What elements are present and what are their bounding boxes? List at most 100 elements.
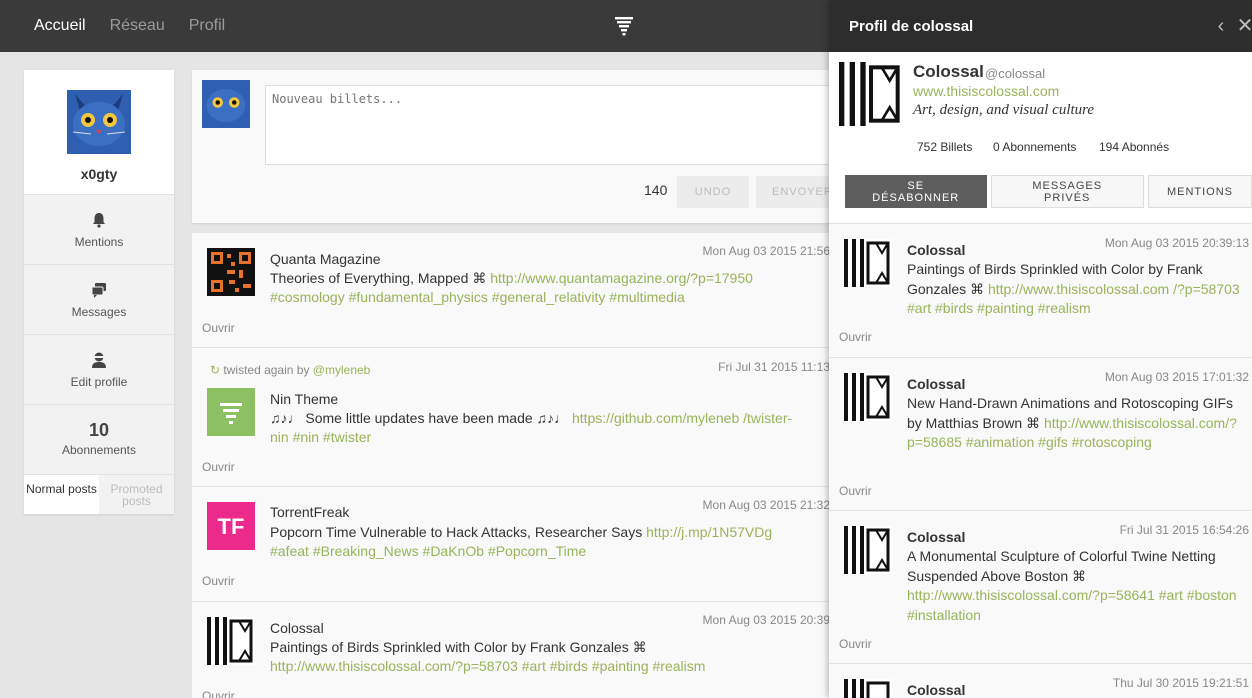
composer: 140 UNDO ENVOYER [192, 70, 836, 223]
tab-promoted-posts[interactable]: Promoted posts [99, 475, 174, 514]
post-tags[interactable]: #cosmology #fundamental_physics #general… [270, 289, 685, 305]
timeline: Quanta Magazine Mon Aug 03 2015 21:56 Th… [192, 233, 832, 698]
profile-actions: SE DÉSABONNER MESSAGES PRIVÉS MENTIONS [845, 175, 1252, 208]
profile-post-item[interactable]: Colossal Thu Jul 30 2015 19:21:51 [829, 664, 1252, 698]
panel-title: Profil de colossal [849, 18, 974, 35]
profile-url[interactable]: www.thisiscolossal.com [913, 83, 1059, 99]
sidebar-item-mentions[interactable]: Mentions [24, 194, 174, 264]
profile-panel: Profil de colossal ‹ ✕ Colossal @colossa… [829, 0, 1252, 698]
unfollow-button[interactable]: SE DÉSABONNER [845, 175, 987, 208]
new-post-input[interactable] [265, 85, 835, 165]
post-avatar [207, 248, 255, 296]
stat-following[interactable]: 0 Abonnements [993, 140, 1076, 154]
user-avatar[interactable] [67, 90, 131, 154]
profile-post-item[interactable]: Colossal Mon Aug 03 2015 17:01:32 New Ha… [829, 358, 1252, 511]
post-avatar [844, 679, 892, 698]
post-link[interactable]: http://www.thisiscolossal.com/?p=58641 [907, 587, 1155, 603]
svg-text:TF: TF [218, 514, 245, 539]
post-avatar [844, 373, 892, 421]
open-link[interactable]: Ouvrir [839, 484, 872, 498]
sidebar-label-edit-profile: Edit profile [70, 375, 128, 389]
open-link[interactable]: Ouvrir [839, 330, 872, 344]
sidebar-item-messages[interactable]: Messages [24, 264, 174, 334]
sidebar-item-following[interactable]: 10 Abonnements [24, 404, 174, 474]
nav-network[interactable]: Réseau [110, 17, 165, 35]
profile-post-item[interactable]: Colossal Fri Jul 31 2015 16:54:26 A Monu… [829, 511, 1252, 664]
retwist-user[interactable]: @myleneb [313, 363, 371, 377]
profile-bio: Art, design, and visual culture [913, 102, 1095, 118]
profile-handle: @colossal [985, 66, 1046, 81]
post-author[interactable]: Colossal [907, 376, 965, 392]
bell-icon [93, 213, 105, 228]
post-time: Mon Aug 03 2015 21:32 [702, 498, 830, 512]
mentions-button[interactable]: MENTIONS [1147, 175, 1252, 208]
open-link[interactable]: Ouvrir [202, 689, 235, 698]
char-counter: 140 [644, 182, 668, 198]
post-avatar [207, 617, 255, 665]
post-tags[interactable]: #nin #twister [293, 429, 372, 445]
post-author[interactable]: Colossal [907, 529, 965, 545]
post-time: Fri Jul 31 2015 11:13 [718, 360, 830, 374]
post-link[interactable]: http://www.thisiscolossal.com /?p=58703 [988, 281, 1240, 297]
user-card: x0gty Mentions Messages Edit profile 10 … [24, 70, 174, 514]
post-author[interactable]: TorrentFreak [270, 504, 349, 520]
sidebar-item-edit-profile[interactable]: Edit profile [24, 334, 174, 404]
post-item[interactable]: Colossal Mon Aug 03 2015 20:39 Paintings… [192, 602, 832, 698]
open-link[interactable]: Ouvrir [202, 574, 235, 588]
open-link[interactable]: Ouvrir [202, 321, 235, 335]
post-author[interactable]: Colossal [907, 242, 965, 258]
username: x0gty [80, 166, 118, 182]
post-tags[interactable]: #animation #gifs #rotoscoping [966, 434, 1152, 450]
post-author[interactable]: Colossal [907, 682, 965, 698]
retwist-icon: ↻ [210, 363, 221, 377]
post-link[interactable]: http://www.thisiscolossal.com/?p=58703 [270, 658, 518, 674]
post-item[interactable]: TF TorrentFreak Mon Aug 03 2015 21:32 Po… [192, 487, 832, 602]
stat-followers[interactable]: 194 Abonnés [1099, 140, 1169, 154]
tab-normal-posts[interactable]: Normal posts [24, 475, 99, 514]
post-item[interactable]: Quanta Magazine Mon Aug 03 2015 21:56 Th… [192, 233, 832, 348]
profile-avatar [839, 62, 903, 126]
sidebar-label-messages: Messages [71, 305, 127, 319]
post-link[interactable]: http://www.quantamagazine.org/?p=17950 [490, 270, 753, 286]
sidebar-label-mentions: Mentions [74, 235, 124, 249]
post-tags[interactable]: #afeat #Breaking_News #DaKnOb #Popcorn_T… [270, 543, 586, 559]
post-author[interactable]: Quanta Magazine [270, 251, 381, 267]
post-tags[interactable]: #art #birds #painting #realism [907, 300, 1091, 316]
following-label: Abonnements [61, 443, 137, 457]
post-author[interactable]: Colossal [270, 620, 324, 636]
close-icon[interactable]: ✕ [1235, 14, 1252, 38]
profile-timeline: Colossal Mon Aug 03 2015 20:39:13 Painti… [829, 223, 1252, 698]
post-text: ♫♪♩ Some little updates have been made ♫… [270, 410, 793, 445]
undo-button[interactable]: UNDO [677, 176, 749, 208]
post-avatar [844, 526, 892, 574]
post-time: Fri Jul 31 2015 16:54:26 [1119, 523, 1249, 537]
post-text: New Hand-Drawn Animations and Rotoscopin… [907, 395, 1237, 450]
post-link[interactable]: http://j.mp/1N57VDg [646, 524, 772, 540]
post-avatar [207, 388, 255, 436]
messages-icon [91, 283, 106, 298]
profile-name: Colossal [913, 62, 984, 81]
open-link[interactable]: Ouvrir [202, 460, 235, 474]
post-time: Mon Aug 03 2015 21:56 [702, 244, 830, 258]
post-time: Mon Aug 03 2015 20:39 [702, 613, 830, 627]
nav-home[interactable]: Accueil [34, 17, 86, 35]
nav-profile[interactable]: Profil [189, 17, 225, 35]
post-item[interactable]: ↻ twisted again by @myleneb Nin Theme Fr… [192, 348, 832, 487]
send-button[interactable]: ENVOYER [756, 176, 836, 208]
post-text: Paintings of Birds Sprinkled with Color … [270, 639, 706, 674]
retwist-note: ↻ twisted again by @myleneb [210, 363, 371, 377]
stat-posts[interactable]: 752 Billets [917, 140, 972, 154]
post-avatar: TF [207, 502, 255, 550]
open-link[interactable]: Ouvrir [839, 637, 872, 651]
main-nav: Accueil Réseau Profil [0, 0, 225, 52]
post-tags[interactable]: #art #birds #painting #realism [522, 658, 706, 674]
post-time: Mon Aug 03 2015 17:01:32 [1104, 370, 1249, 384]
twister-logo-icon[interactable] [612, 14, 636, 38]
post-time: Mon Aug 03 2015 20:39:13 [1104, 236, 1249, 250]
composer-avatar [202, 80, 250, 128]
profile-post-item[interactable]: Colossal Mon Aug 03 2015 20:39:13 Painti… [829, 224, 1252, 358]
back-chevron-icon[interactable]: ‹ [1211, 14, 1231, 38]
post-author[interactable]: Nin Theme [270, 391, 338, 407]
direct-messages-button[interactable]: MESSAGES PRIVÉS [990, 175, 1144, 208]
post-text: Popcorn Time Vulnerable to Hack Attacks,… [270, 524, 773, 559]
